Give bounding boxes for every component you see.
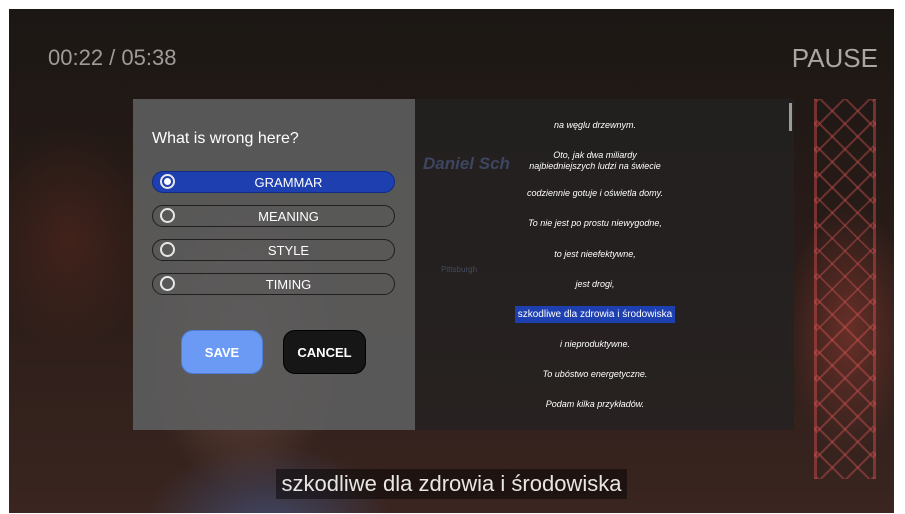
option-timing[interactable]: TIMING xyxy=(152,273,395,295)
dialog-title: What is wrong here? xyxy=(152,130,299,147)
transcript-line-partial xyxy=(415,99,775,112)
transcript-panel[interactable]: Daniel Sch Pittsburgh na węglu drzewnym.… xyxy=(415,99,794,430)
transcript-line[interactable]: Oto, jak dwa miliardy najbiedniejszych l… xyxy=(415,147,775,175)
transcript-line[interactable]: to jest nieefektywne, xyxy=(415,246,775,263)
save-button[interactable]: SAVE xyxy=(181,330,263,374)
option-label: GRAMMAR xyxy=(254,175,323,190)
subtitle-text: szkodliwe dla zdrowia i środowiska xyxy=(275,469,628,499)
pause-button[interactable]: PAUSE xyxy=(792,43,878,74)
option-label: TIMING xyxy=(265,277,312,292)
transcript-line[interactable]: To ubóstwo energetyczne. xyxy=(415,366,775,383)
transcript-line[interactable]: na węglu drzewnym. xyxy=(415,117,775,134)
radio-empty-icon[interactable] xyxy=(160,276,175,291)
radio-empty-icon[interactable] xyxy=(160,242,175,257)
background-slide-text: Pittsburgh xyxy=(441,265,478,274)
report-dialog: What is wrong here? GRAMMAR MEANING STYL… xyxy=(133,99,415,430)
transcript-line[interactable]: i nieproduktywne. xyxy=(415,336,775,353)
option-meaning[interactable]: MEANING xyxy=(152,205,395,227)
cancel-button[interactable]: CANCEL xyxy=(283,330,366,374)
option-style[interactable]: STYLE xyxy=(152,239,395,261)
radio-empty-icon[interactable] xyxy=(160,208,175,223)
option-grammar[interactable]: GRAMMAR xyxy=(152,171,395,193)
transcript-line[interactable]: Podam kilka przykładów. xyxy=(415,396,775,413)
transcript-scrollbar[interactable] xyxy=(789,103,792,131)
playback-time: 00:22 / 05:38 xyxy=(48,45,177,70)
option-label: STYLE xyxy=(267,243,310,258)
stage-truss-decoration xyxy=(814,99,876,479)
subtitle-caption: szkodliwe dla zdrowia i środowiska xyxy=(9,469,894,499)
transcript-line[interactable]: codziennie gotuje i oświetla domy. xyxy=(415,185,775,202)
transcript-line-active[interactable]: szkodliwe dla zdrowia i środowiska xyxy=(415,306,775,323)
transcript-line[interactable]: To nie jest po prostu niewygodne, xyxy=(415,215,775,232)
radio-selected-icon[interactable] xyxy=(160,174,175,189)
video-player[interactable]: 00:22 / 05:38 PAUSE What is wrong here? … xyxy=(9,9,894,513)
option-label: MEANING xyxy=(258,209,319,224)
transcript-line[interactable]: jest drogi, xyxy=(415,276,775,293)
